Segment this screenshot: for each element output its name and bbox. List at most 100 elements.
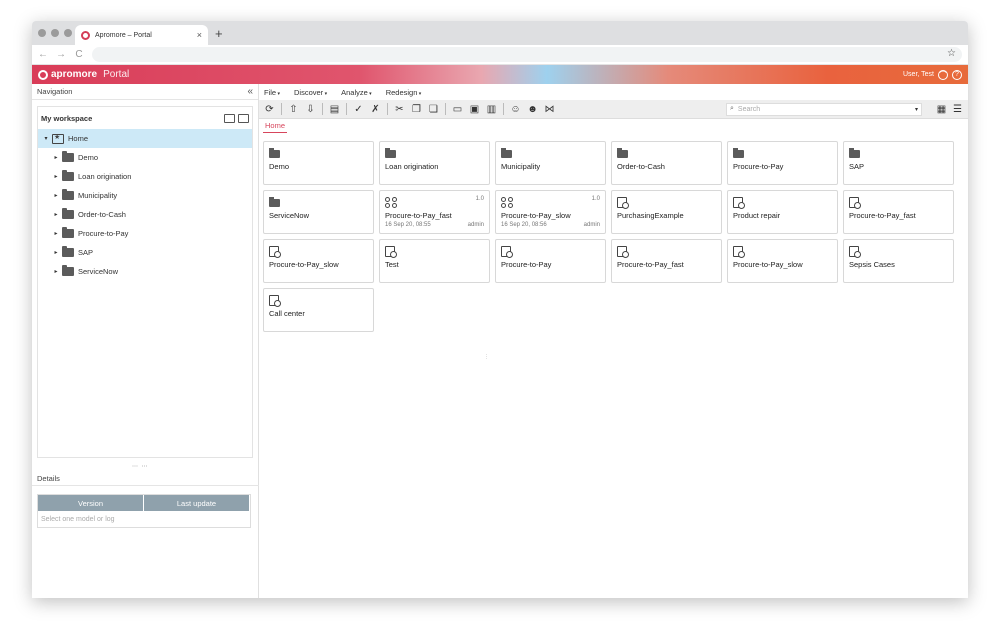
event-log-icon [617,197,629,209]
user-name[interactable]: User, Test [903,71,934,78]
maximize-window-button[interactable] [64,29,72,37]
log-tile[interactable]: Procure-to-Pay_fast [611,239,722,283]
workspace-tools [224,113,249,123]
window-controls [38,29,72,37]
toolbar-divider [346,103,347,115]
splitter-handle[interactable]: ⋯ ⋯ [132,463,149,470]
main-content: File Discover Analyze Redesign ⟳ ⇧ ⇩ ▤ ✓… [259,84,968,598]
tree-item[interactable]: ▸ SAP [38,243,252,262]
tree-item[interactable]: ▸ Demo [38,148,252,167]
database-icon[interactable]: ▤ [329,104,340,115]
folder-tile[interactable]: Order-to-Cash [611,141,722,185]
log-tile[interactable]: Sepsis Cases [843,239,954,283]
app-header: apromore Portal User, Test ⌒ ? [32,65,968,84]
folder-tile[interactable]: SAP [843,141,954,185]
tile-label: Demo [269,162,290,171]
download-icon[interactable]: ⇩ [305,104,316,115]
select-all-icon[interactable]: ✓ [353,104,364,115]
grid-view-icon[interactable]: ▦ [936,104,947,115]
paste-icon[interactable]: ❏ [428,104,439,115]
menu-file[interactable]: File [264,88,280,97]
browser-tab[interactable]: Apromore – Portal × [75,25,208,45]
folder-tile[interactable]: Loan origination [379,141,490,185]
brand-name: apromore [51,69,98,80]
folder-tile[interactable]: Procure-to-Pay [727,141,838,185]
folder-icon [849,148,860,158]
expand-all-folder-icon[interactable] [224,113,235,123]
new-tab-button[interactable]: + [215,26,223,41]
list-view-icon[interactable]: ☰ [952,104,963,115]
collapse-all-folder-icon[interactable] [238,113,249,123]
cut-icon[interactable]: ✂ [394,104,405,115]
folder-icon [62,265,74,276]
caret-right-icon[interactable]: ▸ [52,154,60,161]
apromore-logo[interactable]: apromore Portal [38,69,129,80]
folder-tile[interactable]: Municipality [495,141,606,185]
back-icon[interactable]: ← [38,49,48,60]
tree-item[interactable]: ▸ Order-to-Cash [38,205,252,224]
caret-down-icon[interactable]: ▾ [42,135,50,142]
log-tile[interactable]: Procure-to-Pay [495,239,606,283]
log-tile[interactable]: Call center [263,288,374,332]
toolbar-divider [322,103,323,115]
close-window-button[interactable] [38,29,46,37]
copy-icon[interactable]: ❐ [411,104,422,115]
new-folder-icon[interactable]: ▭ [452,104,463,115]
event-log-icon [733,197,745,209]
user-share-icon[interactable]: ☺ [510,104,521,115]
breadcrumb-home[interactable]: Home [263,121,288,133]
tab-close-icon[interactable]: × [197,30,202,40]
rename-icon[interactable]: ▣ [469,104,480,115]
tree-item[interactable]: ▸ Municipality [38,186,252,205]
collapse-panel-icon[interactable]: « [247,86,253,97]
tree-item[interactable]: ▸ ServiceNow [38,262,252,281]
log-tile[interactable]: Procure-to-Pay_slow [727,239,838,283]
caret-right-icon[interactable]: ▸ [52,192,60,199]
caret-right-icon[interactable]: ▸ [52,230,60,237]
folder-icon [62,189,74,200]
bookmark-star-icon[interactable]: ☆ [947,48,956,59]
tree-item-home[interactable]: ▾ Home [38,129,252,148]
reload-icon[interactable]: C [74,49,84,60]
model-tile[interactable]: Procure-to-Pay_fast 1.0 16 Sep 20, 08:55 ad… [379,190,490,234]
column-last-update[interactable]: Last update [144,495,250,511]
tree-item[interactable]: ▸ Procure-to-Pay [38,224,252,243]
search-input[interactable]: ⌕ Search ▾ [726,102,922,116]
caret-right-icon[interactable]: ▸ [52,249,60,256]
share-icon[interactable]: ⋈ [544,104,555,115]
caret-right-icon[interactable]: ▸ [52,211,60,218]
url-input[interactable]: ☆ [92,47,962,62]
log-tile[interactable]: PurchasingExample [611,190,722,234]
column-version[interactable]: Version [38,495,144,511]
group-share-icon[interactable]: ☻ [527,104,538,115]
forward-icon[interactable]: → [56,49,66,60]
process-model-icon [385,197,397,208]
process-model-icon [501,197,513,208]
search-dropdown-icon[interactable]: ▾ [915,106,918,113]
folder-tile[interactable]: Demo [263,141,374,185]
menu-redesign[interactable]: Redesign [386,88,422,97]
model-tile[interactable]: Procure-to-Pay_slow 1.0 16 Sep 20, 08:56 ad… [495,190,606,234]
help-icon[interactable]: ? [952,69,962,80]
browser-window: Apromore – Portal × + ← → C ☆ apromore P… [32,21,968,598]
log-tile[interactable]: Procure-to-Pay_slow [263,239,374,283]
minimize-window-button[interactable] [51,29,59,37]
refresh-icon[interactable]: ⟳ [264,104,275,115]
panel-resize-handle[interactable]: ⋮ [484,354,489,360]
log-tile[interactable]: Procure-to-Pay_fast [843,190,954,234]
tile-owner: admin [467,222,484,228]
details-table: Version Last update Select one model or … [37,494,251,528]
log-tile[interactable]: Test [379,239,490,283]
deselect-icon[interactable]: ✗ [370,104,381,115]
user-circle-icon[interactable]: ⌒ [938,69,948,80]
menu-discover[interactable]: Discover [294,88,327,97]
folder-tile[interactable]: ServiceNow [263,190,374,234]
caret-right-icon[interactable]: ▸ [52,173,60,180]
log-tile[interactable]: Product repair [727,190,838,234]
delete-icon[interactable]: ▥ [486,104,497,115]
tree-item[interactable]: ▸ Loan origination [38,167,252,186]
caret-right-icon[interactable]: ▸ [52,268,60,275]
upload-icon[interactable]: ⇧ [288,104,299,115]
menu-analyze[interactable]: Analyze [341,88,372,97]
search-placeholder: Search [737,105,761,113]
